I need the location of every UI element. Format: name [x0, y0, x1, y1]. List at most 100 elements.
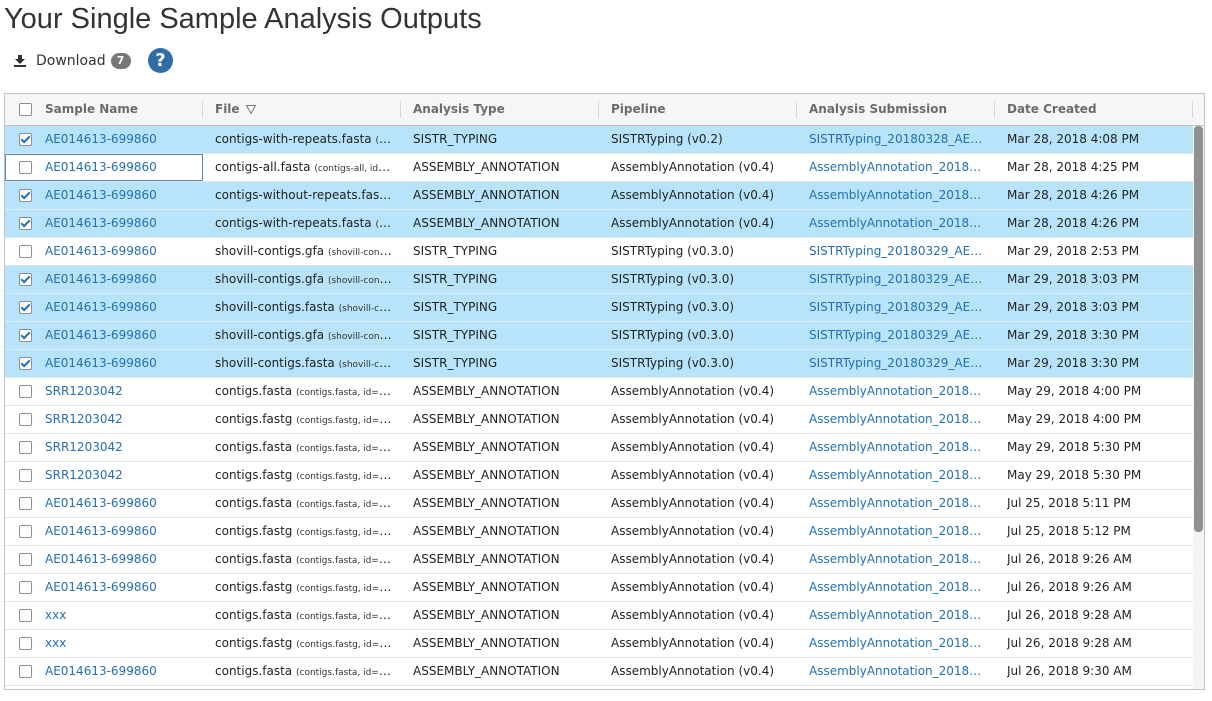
sample-name-link[interactable]: AE014613-699860	[5, 154, 203, 181]
sample-name-link[interactable]: AE014613-699860	[5, 238, 203, 265]
table-row[interactable]: AE014613-699860 shovill-contigs.fasta (sh…	[5, 294, 1193, 322]
table-row[interactable]: AE014613-699860 shovill-contigs.gfa (shov…	[5, 322, 1193, 350]
analysis-submission-link[interactable]: AssemblyAnnotation_201805…	[809, 378, 983, 405]
column-header-pipeline[interactable]: Pipeline	[599, 94, 797, 125]
sample-name-link[interactable]: xxx	[5, 630, 203, 657]
analysis-submission-link[interactable]: AssemblyAnnotation_201807…	[809, 602, 983, 629]
column-header-analysis-type[interactable]: Analysis Type	[401, 94, 599, 125]
sample-name-link[interactable]: SRR1203042	[5, 406, 203, 433]
table-row[interactable]: AE014613-699860 contigs.fasta (contigs.fa…	[5, 546, 1193, 574]
download-button[interactable]: Download 7	[14, 50, 131, 72]
column-header-analysis-submission[interactable]: Analysis Submission	[797, 94, 995, 125]
sample-name-link[interactable]: xxx	[5, 602, 203, 629]
row-checkbox[interactable]	[19, 385, 32, 398]
table-row[interactable]: SRR1203042 contigs.fasta (contigs.fasta, …	[5, 434, 1193, 462]
row-checkbox[interactable]	[19, 161, 32, 174]
file-name: contigs.fastg	[215, 412, 293, 426]
analysis-submission-link[interactable]: AssemblyAnnotation_201805…	[809, 406, 983, 433]
sample-name-link[interactable]: AE014613-699860	[5, 210, 203, 237]
column-header-sample-name[interactable]: Sample Name	[5, 94, 203, 125]
select-all-checkbox[interactable]	[19, 103, 32, 116]
sample-name-link[interactable]: SRR1203042	[5, 462, 203, 489]
file-cell: shovill-contigs.gfa (shovill-conti…	[215, 238, 393, 265]
sample-name-link[interactable]: AE014613-699860	[5, 322, 203, 349]
table-row[interactable]: AE014613-699860 contigs.fastg (contigs.fa…	[5, 518, 1193, 546]
table-row[interactable]: SRR1203042 contigs.fastg (contigs.fastg, …	[5, 406, 1193, 434]
analysis-submission-link[interactable]: AssemblyAnnotation_201807…	[809, 546, 983, 573]
column-header-date-created[interactable]: Date Created	[995, 94, 1193, 125]
analysis-submission-link[interactable]: SISTRTyping_20180329_AE0…	[809, 294, 983, 321]
table-row[interactable]: AE014613-699860 contigs.fasta (contigs.fa…	[5, 490, 1193, 518]
table-row[interactable]: AE014613-699860 contigs.fastg (contigs.fa…	[5, 574, 1193, 602]
table-row[interactable]: xxx contigs.fasta (contigs.fasta, id=316)…	[5, 602, 1193, 630]
analysis-submission-link[interactable]: SISTRTyping_20180328_AE0…	[809, 126, 983, 153]
row-checkbox[interactable]	[19, 497, 32, 510]
analysis-submission-link[interactable]: AssemblyAnnotation_201807…	[809, 630, 983, 657]
filter-icon[interactable]	[245, 105, 256, 114]
analysis-submission-link[interactable]: SISTRTyping_20180329_AE0…	[809, 350, 983, 377]
sample-name-link[interactable]: AE014613-699860	[5, 350, 203, 377]
table-row[interactable]: SRR1203042 contigs.fastg (contigs.fastg, …	[5, 462, 1193, 490]
sample-name-link[interactable]: AE014613-699860	[5, 266, 203, 293]
date-created-cell: Jul 25, 2018 5:12 PM	[1007, 524, 1131, 538]
sample-name-link[interactable]: SRR1203042	[5, 434, 203, 461]
sample-name-text: AE014613-699860	[45, 300, 157, 314]
row-checkbox[interactable]	[19, 553, 32, 566]
analysis-type-cell: ASSEMBLY_ANNOTATION	[413, 664, 560, 678]
row-checkbox[interactable]	[19, 357, 32, 370]
sample-name-link[interactable]: AE014613-699860	[5, 658, 203, 685]
sample-name-link[interactable]: SRR1203042	[5, 378, 203, 405]
row-checkbox[interactable]	[19, 301, 32, 314]
sample-name-link[interactable]: AE014613-699860	[5, 546, 203, 573]
table-row[interactable]: AE014613-699860 shovill-contigs.gfa (shov…	[5, 266, 1193, 294]
column-header-file[interactable]: File	[203, 94, 401, 125]
analysis-submission-link[interactable]: AssemblyAnnotation_201807…	[809, 518, 983, 545]
row-checkbox[interactable]	[19, 665, 32, 678]
table-row[interactable]: AE014613-699860 shovill-contigs.gfa (shov…	[5, 238, 1193, 266]
analysis-submission-link[interactable]: AssemblyAnnotation_201805…	[809, 462, 983, 489]
analysis-submission-link[interactable]: SISTRTyping_20180329_AE0…	[809, 266, 983, 293]
table-row[interactable]: xxx contigs.fastg (contigs.fastg, id=3… AS…	[5, 630, 1193, 658]
row-checkbox[interactable]	[19, 441, 32, 454]
table-row[interactable]: AE014613-699860 contigs-all.fasta (contig…	[5, 154, 1193, 182]
analysis-submission-link[interactable]: AssemblyAnnotation_201807…	[809, 574, 983, 601]
analysis-submission-link[interactable]: AssemblyAnnotation_201805…	[809, 434, 983, 461]
analysis-submission-link[interactable]: SISTRTyping_20180329_AE0…	[809, 238, 983, 265]
analysis-submission-link[interactable]: AssemblyAnnotation_201803…	[809, 182, 983, 209]
row-checkbox[interactable]	[19, 329, 32, 342]
analysis-submission-link[interactable]: AssemblyAnnotation_201807…	[809, 658, 983, 685]
sample-name-text: AE014613-699860	[45, 188, 157, 202]
analysis-submission-link[interactable]: AssemblyAnnotation_201807…	[809, 490, 983, 517]
scrollbar-thumb[interactable]	[1194, 126, 1203, 532]
row-checkbox[interactable]	[19, 217, 32, 230]
sample-name-link[interactable]: AE014613-699860	[5, 126, 203, 153]
table-row[interactable]: AE014613-699860 contigs-without-repeats.f…	[5, 182, 1193, 210]
help-button[interactable]: ?	[148, 48, 173, 73]
table-row[interactable]: AE014613-699860 contigs-with-repeats.fast…	[5, 210, 1193, 238]
vertical-scrollbar[interactable]	[1193, 126, 1204, 689]
table-row[interactable]: AE014613-699860 contigs.fasta (contigs.fa…	[5, 658, 1193, 686]
sample-name-link[interactable]: AE014613-699860	[5, 574, 203, 601]
analysis-submission-link[interactable]: AssemblyAnnotation_201803…	[809, 210, 983, 237]
analysis-submission-link[interactable]: AssemblyAnnotation_201803…	[809, 154, 983, 181]
table-row[interactable]: AE014613-699860 shovill-contigs.fasta (sh…	[5, 350, 1193, 378]
row-checkbox[interactable]	[19, 273, 32, 286]
file-cell: contigs-with-repeats.fasta (co…	[215, 210, 393, 237]
row-checkbox[interactable]	[19, 637, 32, 650]
table-row[interactable]: AE014613-699860 contigs-with-repeats.fast…	[5, 126, 1193, 154]
row-checkbox[interactable]	[19, 189, 32, 202]
row-checkbox[interactable]	[19, 133, 32, 146]
analysis-type-cell: SISTR_TYPING	[413, 272, 498, 286]
sample-name-link[interactable]: AE014613-699860	[5, 518, 203, 545]
row-checkbox[interactable]	[19, 469, 32, 482]
analysis-submission-link[interactable]: SISTRTyping_20180329_AE0…	[809, 322, 983, 349]
row-checkbox[interactable]	[19, 525, 32, 538]
sample-name-link[interactable]: AE014613-699860	[5, 490, 203, 517]
row-checkbox[interactable]	[19, 581, 32, 594]
row-checkbox[interactable]	[19, 609, 32, 622]
row-checkbox[interactable]	[19, 413, 32, 426]
table-row[interactable]: SRR1203042 contigs.fasta (contigs.fasta, …	[5, 378, 1193, 406]
sample-name-link[interactable]: AE014613-699860	[5, 182, 203, 209]
sample-name-link[interactable]: AE014613-699860	[5, 294, 203, 321]
row-checkbox[interactable]	[19, 245, 32, 258]
